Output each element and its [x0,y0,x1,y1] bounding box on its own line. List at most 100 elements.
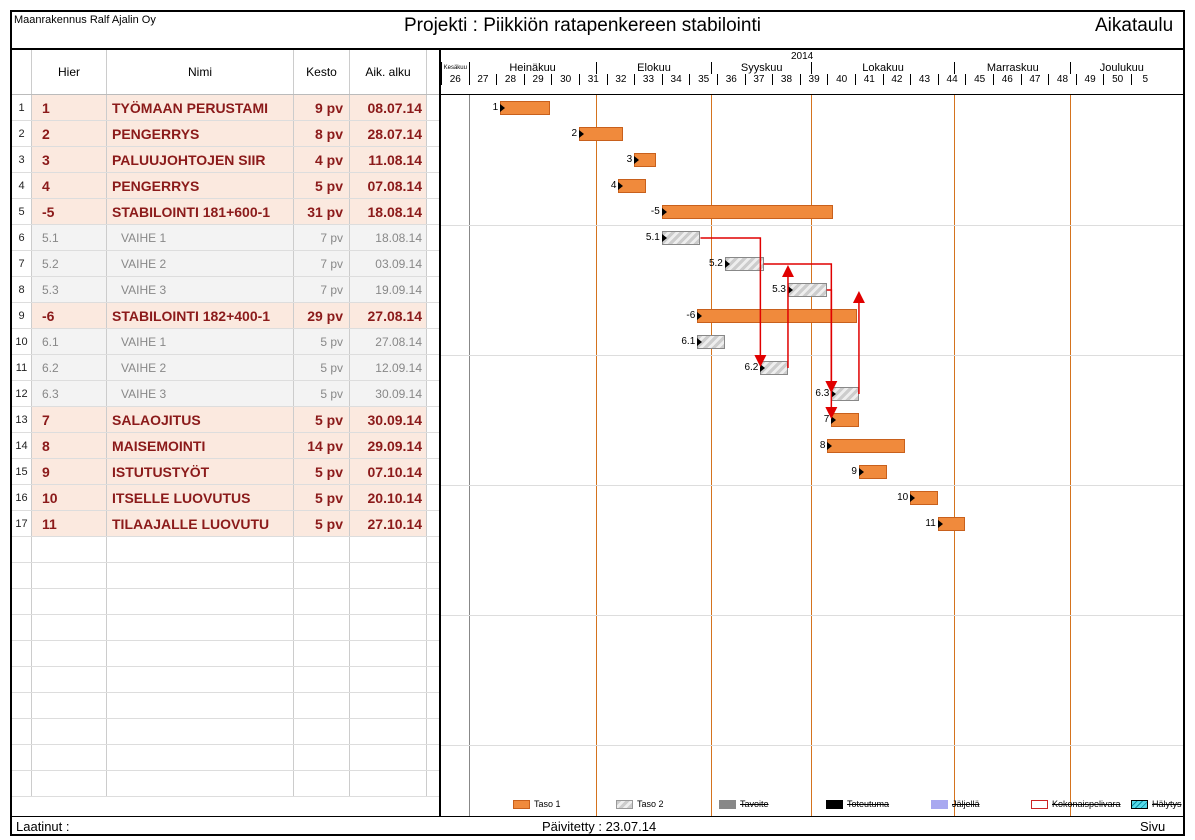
empty-row[interactable] [12,537,439,563]
empty-row[interactable] [12,615,439,641]
empty-cell[interactable] [12,537,32,562]
empty-cell[interactable] [107,563,294,588]
empty-cell[interactable] [107,667,294,692]
empty-cell[interactable] [12,693,32,718]
task-name[interactable]: TYÖMAAN PERUSTAMI [107,95,294,120]
col-header-name[interactable]: Nimi [107,50,294,94]
empty-cell[interactable] [294,537,350,562]
empty-cell[interactable] [12,589,32,614]
col-header-alku[interactable]: Aik. alku [350,50,427,94]
empty-cell[interactable] [350,693,427,718]
empty-cell[interactable] [12,771,32,796]
empty-row[interactable] [12,745,439,771]
task-hier[interactable]: 5.3 [32,277,107,302]
empty-row[interactable] [12,771,439,797]
table-row[interactable]: 12 6.3 VAIHE 35 pv 30.09.14 [12,381,439,407]
table-row[interactable]: 7 5.2 VAIHE 27 pv 03.09.14 [12,251,439,277]
table-row[interactable]: 6 5.1 VAIHE 17 pv 18.08.14 [12,225,439,251]
task-start[interactable]: 12.09.14 [350,355,427,380]
table-row[interactable]: 13 7 SALAOJITUS 5 pv 30.09.14 [12,407,439,433]
empty-cell[interactable] [294,615,350,640]
task-duration[interactable]: 5 pv [294,485,350,510]
task-start[interactable]: 07.10.14 [350,459,427,484]
empty-cell[interactable] [32,589,107,614]
task-name[interactable]: TILAAJALLE LUOVUTU [107,511,294,536]
task-hier[interactable]: 9 [32,459,107,484]
task-hier[interactable]: 6.3 [32,381,107,406]
empty-cell[interactable] [294,771,350,796]
task-duration[interactable]: 7 pv [294,277,350,302]
task-name[interactable]: VAIHE 1 [107,329,294,354]
task-hier[interactable]: -5 [32,199,107,224]
empty-cell[interactable] [350,563,427,588]
task-duration[interactable]: 7 pv [294,225,350,250]
table-row[interactable]: 5 -5 STABILOINTI 181+600-1 31 pv 18.08.14 [12,199,439,225]
task-duration[interactable]: 5 pv [294,381,350,406]
empty-cell[interactable] [32,537,107,562]
task-name[interactable]: PENGERRYS [107,121,294,146]
gantt-bar[interactable] [661,231,701,245]
empty-cell[interactable] [350,537,427,562]
empty-cell[interactable] [350,641,427,666]
gantt-bar[interactable] [579,127,624,141]
task-name[interactable]: ITSELLE LUOVUTUS [107,485,294,510]
empty-cell[interactable] [32,745,107,770]
task-duration[interactable]: 5 pv [294,407,350,432]
task-name[interactable]: VAIHE 2 [107,251,294,276]
empty-cell[interactable] [12,745,32,770]
empty-cell[interactable] [294,589,350,614]
gantt-bar[interactable] [500,101,550,115]
empty-cell[interactable] [107,641,294,666]
empty-row[interactable] [12,719,439,745]
empty-cell[interactable] [32,771,107,796]
task-name[interactable]: MAISEMOINTI [107,433,294,458]
task-duration[interactable]: 5 pv [294,173,350,198]
task-duration[interactable]: 29 pv [294,303,350,328]
empty-row[interactable] [12,641,439,667]
empty-cell[interactable] [350,719,427,744]
col-header-kesto[interactable]: Kesto [294,50,350,94]
task-start[interactable]: 19.09.14 [350,277,427,302]
task-name[interactable]: STABILOINTI 182+400-1 [107,303,294,328]
task-start[interactable]: 08.07.14 [350,95,427,120]
table-row[interactable]: 1 1 TYÖMAAN PERUSTAMI 9 pv 08.07.14 [12,95,439,121]
task-hier[interactable]: 6.1 [32,329,107,354]
empty-cell[interactable] [294,745,350,770]
empty-cell[interactable] [12,563,32,588]
task-hier[interactable]: 6.2 [32,355,107,380]
table-row[interactable]: 9 -6 STABILOINTI 182+400-1 29 pv 27.08.14 [12,303,439,329]
empty-cell[interactable] [107,589,294,614]
task-name[interactable]: VAIHE 1 [107,225,294,250]
task-start[interactable]: 18.08.14 [350,199,427,224]
task-hier[interactable]: 4 [32,173,107,198]
empty-row[interactable] [12,693,439,719]
empty-cell[interactable] [107,771,294,796]
empty-cell[interactable] [12,667,32,692]
gantt-bar[interactable] [697,309,858,323]
table-row[interactable]: 4 4 PENGERRYS 5 pv 07.08.14 [12,173,439,199]
empty-cell[interactable] [107,693,294,718]
empty-cell[interactable] [32,615,107,640]
task-start[interactable]: 18.08.14 [350,225,427,250]
empty-cell[interactable] [107,615,294,640]
empty-row[interactable] [12,667,439,693]
task-duration[interactable]: 8 pv [294,121,350,146]
empty-cell[interactable] [294,667,350,692]
task-name[interactable]: PALUUJOHTOJEN SIIR [107,147,294,172]
table-row[interactable]: 14 8 MAISEMOINTI 14 pv 29.09.14 [12,433,439,459]
task-hier[interactable]: -6 [32,303,107,328]
empty-cell[interactable] [12,641,32,666]
task-name[interactable]: VAIHE 3 [107,381,294,406]
task-start[interactable]: 11.08.14 [350,147,427,172]
table-row[interactable]: 2 2 PENGERRYS 8 pv 28.07.14 [12,121,439,147]
task-duration[interactable]: 5 pv [294,511,350,536]
task-duration[interactable]: 5 pv [294,329,350,354]
table-row[interactable]: 8 5.3 VAIHE 37 pv 19.09.14 [12,277,439,303]
task-hier[interactable]: 7 [32,407,107,432]
empty-row[interactable] [12,589,439,615]
empty-cell[interactable] [32,667,107,692]
task-start[interactable]: 30.09.14 [350,381,427,406]
gantt-bar[interactable] [724,257,764,271]
gantt-bar[interactable] [787,283,827,297]
empty-cell[interactable] [350,615,427,640]
